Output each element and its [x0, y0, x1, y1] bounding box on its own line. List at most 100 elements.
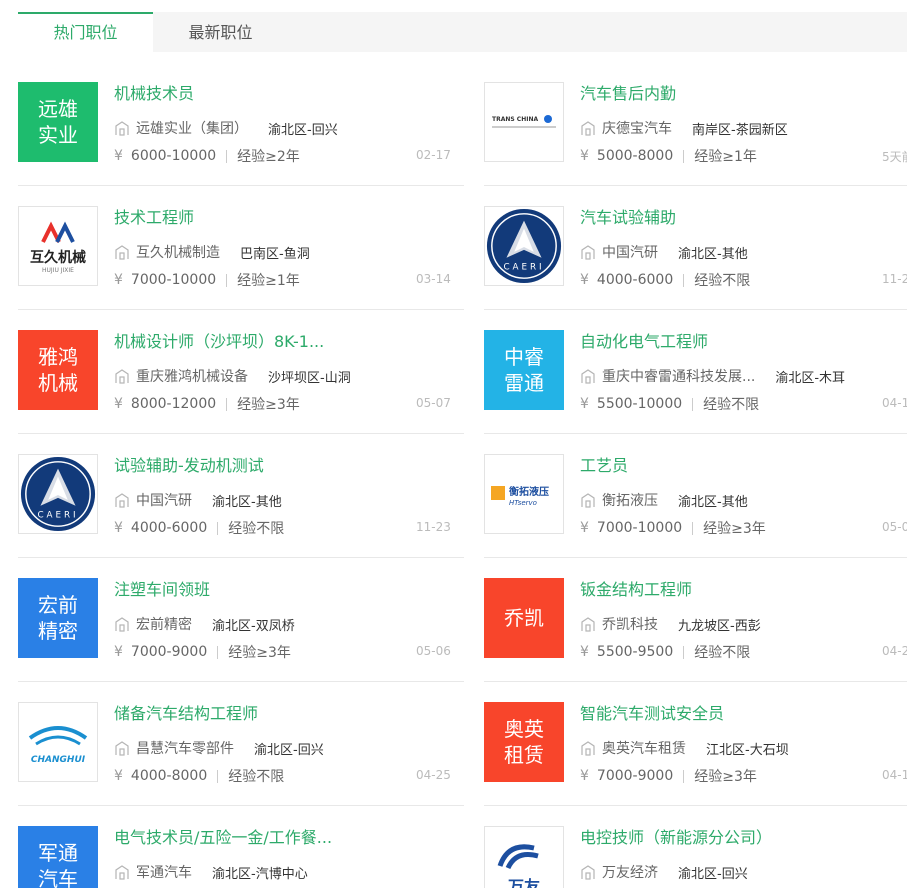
- job-location: 渝北区-双凤桥: [212, 618, 295, 634]
- job-title-link[interactable]: 汽车试验辅助: [580, 204, 907, 228]
- job-location: 渝北区-回兴: [254, 742, 324, 758]
- building-icon: [114, 244, 130, 260]
- salary-row: ¥5500-9500 经验不限: [580, 642, 750, 662]
- building-icon: [580, 616, 596, 632]
- yen-icon: ¥: [114, 768, 123, 784]
- job-title-link[interactable]: 机械技术员: [114, 80, 454, 104]
- company-name[interactable]: 互久机械制造: [136, 242, 220, 262]
- company-name[interactable]: 万友经济: [602, 862, 658, 882]
- job-card[interactable]: CHANGHUI 储备汽车结构工程师昌慧汽车零部件 渝北区-回兴 ¥4000-8000…: [18, 682, 464, 806]
- salary: 4000-8000: [130, 768, 208, 784]
- job-location: 渝北区-回兴: [678, 866, 748, 882]
- company-logo[interactable]: CAERI: [18, 454, 98, 534]
- company-logo[interactable]: CHANGHUI: [18, 702, 98, 782]
- job-card[interactable]: 万友 电控技师（新能源分公司） 万友经济 渝北区-回兴: [484, 806, 907, 888]
- company-logo[interactable]: 乔凯: [484, 578, 564, 658]
- company-logo[interactable]: 衡拓液压 HTservo: [484, 454, 564, 534]
- company-row: 宏前精密 渝北区-双凤桥: [114, 614, 295, 634]
- company-logo[interactable]: 奥英 租赁: [484, 702, 564, 782]
- job-card[interactable]: 远雄 实业 机械技术员 远雄实业（集团） 渝北区-回兴 ¥6000-10000 经验≥2年…: [18, 62, 464, 186]
- job-title-link[interactable]: 工艺员: [580, 452, 907, 476]
- company-logo[interactable]: 雅鸿 机械: [18, 330, 98, 410]
- job-title-link[interactable]: 汽车售后内勤: [580, 80, 907, 104]
- company-logo[interactable]: TRANS CHINA: [484, 82, 564, 162]
- job-card[interactable]: 乔凯钣金结构工程师乔凯科技 九龙坡区-西彭 ¥5500-9500 经验不限 04-28: [484, 558, 907, 682]
- job-title-link[interactable]: 自动化电气工程师: [580, 328, 907, 352]
- caeri-logo-text: CAERI: [504, 262, 545, 272]
- post-date: 05-07: [882, 520, 907, 534]
- salary-row: ¥5500-10000 经验不限: [580, 394, 759, 414]
- company-name[interactable]: 衡拓液压: [602, 490, 658, 510]
- company-logo[interactable]: CAERI: [484, 206, 564, 286]
- company-name[interactable]: 庆德宝汽车: [602, 118, 672, 138]
- company-name[interactable]: 昌慧汽车零部件: [136, 738, 234, 758]
- company-logo[interactable]: 中睿 雷通: [484, 330, 564, 410]
- job-title-link[interactable]: 储备汽车结构工程师: [114, 700, 454, 724]
- post-date: 5天前: [882, 150, 907, 164]
- building-icon: [580, 864, 596, 880]
- job-title-link[interactable]: 机械设计师（沙坪坝）8K-1...: [114, 328, 454, 352]
- company-row: 万友经济 渝北区-回兴: [580, 862, 748, 882]
- tab-latest-jobs[interactable]: 最新职位: [153, 12, 288, 52]
- hujiu-logo-subtext: HUJIU JIXIE: [42, 267, 74, 274]
- building-icon: [580, 120, 596, 136]
- salary: 7000-9000: [596, 768, 674, 784]
- company-logo[interactable]: 远雄 实业: [18, 82, 98, 162]
- job-title-link[interactable]: 注塑车间领班: [114, 576, 454, 600]
- job-title-link[interactable]: 智能汽车测试安全员: [580, 700, 907, 724]
- job-location: 渝北区-回兴: [268, 122, 338, 138]
- post-date: 03-14: [416, 272, 451, 286]
- company-name[interactable]: 重庆中睿雷通科技发展...: [602, 366, 755, 386]
- job-title-link[interactable]: 试验辅助-发动机测试: [114, 452, 454, 476]
- divider: [226, 273, 228, 287]
- job-card[interactable]: 互久机械 HUJIU JIXIE 技术工程师 互久机械制造 巴南区-鱼洞 ¥7000-10…: [18, 186, 464, 310]
- salary-row: ¥7000-10000 经验≥1年: [114, 270, 300, 290]
- tab-hot-jobs[interactable]: 热门职位: [18, 12, 153, 52]
- company-row: 中国汽研 渝北区-其他: [580, 242, 748, 262]
- company-logo[interactable]: 军通 汽车: [18, 826, 98, 888]
- company-name[interactable]: 乔凯科技: [602, 614, 658, 634]
- salary-row: ¥4000-6000 经验不限: [580, 270, 750, 290]
- job-card[interactable]: CAERI 试验辅助-发动机测试 中国汽研 渝北区-其他 ¥4000-6000 经验不限 1…: [18, 434, 464, 558]
- experience: 经验≥3年: [694, 769, 757, 785]
- company-name[interactable]: 中国汽研: [602, 242, 658, 262]
- salary: 7000-10000: [130, 272, 217, 288]
- building-icon: [580, 492, 596, 508]
- job-title-link[interactable]: 电气技术员/五险一金/工作餐...: [114, 824, 454, 848]
- company-row: 重庆雅鸿机械设备 沙坪坝区-山洞: [114, 366, 351, 386]
- job-card[interactable]: CAERI 汽车试验辅助中国汽研 渝北区-其他 ¥4000-6000 经验不限 11-23: [484, 186, 907, 310]
- divider: [683, 149, 685, 163]
- job-location: 渝北区-其他: [212, 494, 282, 510]
- job-card[interactable]: 雅鸿 机械 机械设计师（沙坪坝）8K-1... 重庆雅鸿机械设备 沙坪坝区-山洞 ¥80…: [18, 310, 464, 434]
- company-logo[interactable]: 万友: [484, 826, 564, 888]
- hengtuo-logo-subtext: HTservo: [509, 499, 537, 507]
- building-icon: [114, 492, 130, 508]
- hengtuo-logo-text: 衡拓液压: [509, 485, 549, 498]
- job-card[interactable]: 中睿 雷通 自动化电气工程师 重庆中睿雷通科技发展... 渝北区-木耳 ¥5500-10…: [484, 310, 907, 434]
- job-card[interactable]: 衡拓液压 HTservo 工艺员 衡拓液压 渝北区-其他 ¥7000-10000 经验≥3年…: [484, 434, 907, 558]
- job-location: 九龙坡区-西彭: [678, 618, 761, 634]
- job-location: 江北区-大石坝: [706, 742, 789, 758]
- company-logo[interactable]: 宏前 精密: [18, 578, 98, 658]
- job-location: 沙坪坝区-山洞: [268, 370, 351, 386]
- company-name[interactable]: 远雄实业（集团）: [136, 118, 248, 138]
- experience: 经验≥1年: [694, 149, 757, 165]
- yen-icon: ¥: [580, 768, 589, 784]
- divider: [226, 397, 228, 411]
- job-title-link[interactable]: 电控技师（新能源分公司）: [580, 824, 907, 848]
- company-name[interactable]: 宏前精密: [136, 614, 192, 634]
- job-title-link[interactable]: 技术工程师: [114, 204, 454, 228]
- post-date: 04-25: [416, 768, 451, 782]
- job-card[interactable]: TRANS CHINA 汽车售后内勤 庆德宝汽车 南岸区-茶园新区 ¥5000-8000…: [484, 62, 907, 186]
- job-card[interactable]: 宏前 精密 注塑车间领班 宏前精密 渝北区-双凤桥 ¥7000-9000 经验≥3年 05-…: [18, 558, 464, 682]
- job-title-link[interactable]: 钣金结构工程师: [580, 576, 907, 600]
- job-card[interactable]: 奥英 租赁 智能汽车测试安全员奥英汽车租赁 江北区-大石坝 ¥7000-9000 经验≥…: [484, 682, 907, 806]
- changhui-logo-text: CHANGHUI: [31, 755, 86, 765]
- job-card[interactable]: 军通 汽车 电气技术员/五险一金/工作餐... 军通汽车 渝北区-汽博中心: [18, 806, 464, 888]
- company-name[interactable]: 军通汽车: [136, 862, 192, 882]
- salary: 7000-9000: [130, 644, 208, 660]
- company-name[interactable]: 奥英汽车租赁: [602, 738, 686, 758]
- company-logo[interactable]: 互久机械 HUJIU JIXIE: [18, 206, 98, 286]
- company-name[interactable]: 重庆雅鸿机械设备: [136, 366, 248, 386]
- company-name[interactable]: 中国汽研: [136, 490, 192, 510]
